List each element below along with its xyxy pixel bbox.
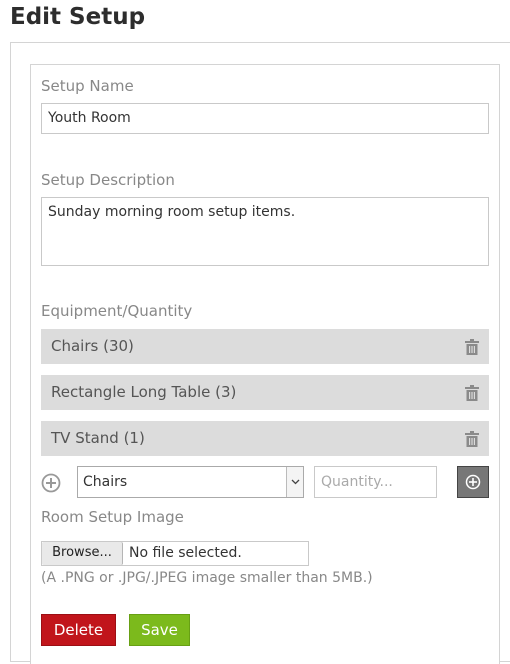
trash-icon[interactable] <box>465 385 479 401</box>
setup-description-label: Setup Description <box>41 171 175 189</box>
equipment-select[interactable]: Chairs <box>77 466 304 498</box>
plus-circle-icon <box>465 474 481 490</box>
trash-icon[interactable] <box>465 339 479 355</box>
equipment-row: TV Stand (1) <box>41 421 489 456</box>
image-hint: (A .PNG or .JPG/.JPEG image smaller than… <box>41 570 373 586</box>
room-setup-image-label: Room Setup Image <box>41 508 184 526</box>
file-status: No file selected. <box>129 545 242 561</box>
chevron-down-icon[interactable] <box>286 467 303 497</box>
trash-icon[interactable] <box>465 431 479 447</box>
browse-button[interactable]: Browse... <box>42 542 123 565</box>
equipment-row-label: TV Stand (1) <box>51 429 145 447</box>
quantity-field[interactable]: Quantity... <box>314 466 437 498</box>
equipment-label: Equipment/Quantity <box>41 302 193 320</box>
equipment-row-label: Rectangle Long Table (3) <box>51 383 237 401</box>
add-circle-icon[interactable] <box>41 473 61 493</box>
save-button[interactable]: Save <box>129 614 190 646</box>
delete-button[interactable]: Delete <box>41 614 116 646</box>
equipment-row: Chairs (30) <box>41 329 489 364</box>
equipment-row: Rectangle Long Table (3) <box>41 375 489 410</box>
setup-name-label: Setup Name <box>41 77 134 95</box>
file-input[interactable]: Browse... No file selected. <box>41 541 309 566</box>
page-title: Edit Setup <box>10 4 146 30</box>
add-equipment-button[interactable] <box>457 466 489 498</box>
equipment-row-label: Chairs (30) <box>51 337 134 355</box>
setup-description-field[interactable]: Sunday morning room setup items. <box>41 197 489 266</box>
setup-name-field[interactable]: Youth Room <box>41 103 489 134</box>
equipment-select-value: Chairs <box>83 474 128 490</box>
